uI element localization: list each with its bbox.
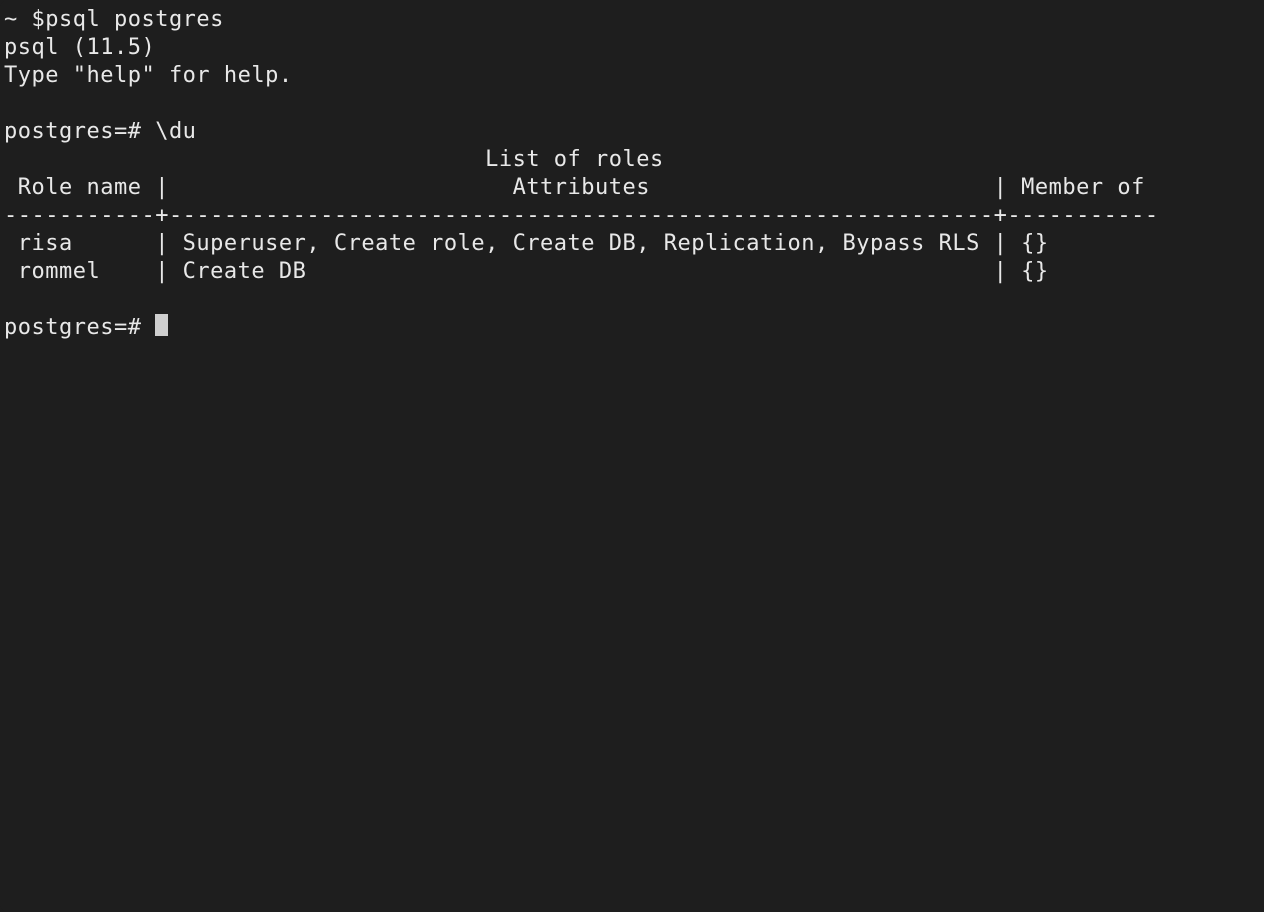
shell-prompt-line: ~ $psql postgres	[4, 7, 224, 32]
psql-version-line: psql (11.5)	[4, 35, 155, 60]
roles-table-separator: -----------+----------------------------…	[4, 203, 1159, 228]
roles-table-title: List of roles	[4, 147, 664, 172]
psql-prompt[interactable]: postgres=#	[4, 315, 155, 340]
psql-help-line: Type "help" for help.	[4, 63, 293, 88]
table-row: risa | Superuser, Create role, Create DB…	[4, 231, 1049, 256]
roles-table-header: Role name | Attributes | Member of	[4, 175, 1159, 200]
terminal-cursor	[155, 314, 168, 336]
table-row: rommel | Create DB | {}	[4, 259, 1049, 284]
psql-command-line: postgres=# \du	[4, 119, 196, 144]
terminal-window[interactable]: ~ $psql postgres psql (11.5) Type "help"…	[0, 0, 1264, 912]
